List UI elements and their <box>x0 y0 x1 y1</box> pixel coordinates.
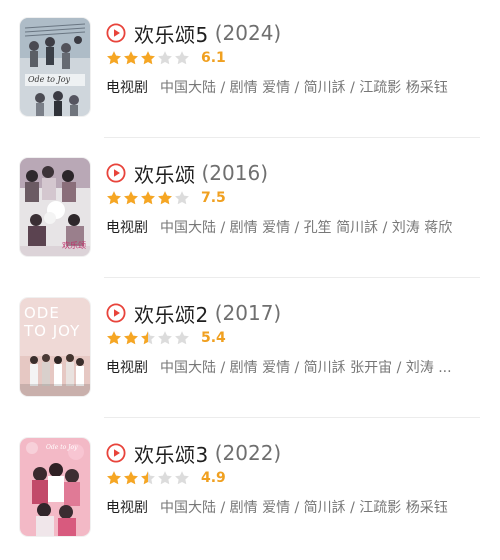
show-year: (2024) <box>214 21 282 45</box>
title-row[interactable]: 欢乐颂3 (2022) <box>106 438 281 468</box>
type-badge: 电视剧 <box>106 80 148 96</box>
poster-image[interactable]: Ode to Joy <box>20 18 90 116</box>
poster-title-text: ODE TO JOY <box>24 304 81 340</box>
star-full-icon <box>141 51 155 65</box>
star-empty-icon <box>175 331 189 345</box>
rating-score: 4.9 <box>201 470 226 486</box>
show-year: (2022) <box>214 441 282 465</box>
search-results-list: Ode to Joy 欢乐颂5 (2024) 6.1 电视剧 中国大陆 / 剧情… <box>0 0 500 560</box>
divider <box>104 417 480 418</box>
poster-art-1 <box>20 18 90 116</box>
star-rating <box>106 50 191 66</box>
meta-row: 电视剧 中国大陆 / 剧情 爱情 / 简川訸 / 江疏影 杨采钰 <box>106 76 480 98</box>
star-half-icon <box>141 331 155 345</box>
star-empty-icon <box>158 471 172 485</box>
poster-image[interactable]: ODE TO JOY <box>20 298 90 396</box>
meta-row: 电视剧 中国大陆 / 剧情 爱情 / 简川訸 / 江疏影 杨采钰 <box>106 496 480 518</box>
star-rating <box>106 190 191 206</box>
star-full-icon <box>107 51 121 65</box>
star-full-icon <box>141 191 155 205</box>
rating-score: 7.5 <box>201 190 226 206</box>
play-circle-icon[interactable] <box>106 23 126 43</box>
rating-row: 6.1 <box>106 48 226 68</box>
divider <box>104 277 480 278</box>
show-year: (2017) <box>214 301 282 325</box>
poster-title-text: Ode to Joy <box>28 75 71 84</box>
divider <box>104 137 480 138</box>
play-circle-icon[interactable] <box>106 163 126 183</box>
star-full-icon <box>158 191 172 205</box>
star-empty-icon <box>158 51 172 65</box>
title-row[interactable]: 欢乐颂2 (2017) <box>106 298 281 328</box>
poster-title-text: Ode to Joy <box>46 444 78 451</box>
type-badge: 电视剧 <box>106 220 148 236</box>
rating-row: 5.4 <box>106 328 226 348</box>
result-item[interactable]: Ode to Joy 欢乐颂3 (2022) 4.9 电视剧 中国大陆 / 剧情… <box>0 420 500 560</box>
star-full-icon <box>124 51 138 65</box>
star-empty-icon <box>158 331 172 345</box>
show-year: (2016) <box>201 161 269 185</box>
poster-title-text: 欢乐颂 <box>62 241 86 250</box>
star-full-icon <box>107 331 121 345</box>
star-empty-icon <box>175 51 189 65</box>
star-rating <box>106 330 191 346</box>
star-rating <box>106 470 191 486</box>
rating-row: 4.9 <box>106 468 226 488</box>
meta-row: 电视剧 中国大陆 / 剧情 爱情 / 简川訸 张开宙 / 刘涛 ... <box>106 356 480 378</box>
star-full-icon <box>107 471 121 485</box>
result-item[interactable]: Ode to Joy 欢乐颂5 (2024) 6.1 电视剧 中国大陆 / 剧情… <box>0 0 500 140</box>
title-row[interactable]: 欢乐颂5 (2024) <box>106 18 281 48</box>
rating-row: 7.5 <box>106 188 226 208</box>
show-title[interactable]: 欢乐颂3 <box>134 439 209 468</box>
meta-text: 中国大陆 / 剧情 爱情 / 简川訸 / 江疏影 杨采钰 <box>160 80 448 96</box>
poster-image[interactable]: 欢乐颂 <box>20 158 90 256</box>
meta-text: 中国大陆 / 剧情 爱情 / 简川訸 张开宙 / 刘涛 ... <box>160 360 452 376</box>
star-half-icon <box>141 471 155 485</box>
type-badge: 电视剧 <box>106 500 148 516</box>
show-title[interactable]: 欢乐颂2 <box>134 299 209 328</box>
star-empty-icon <box>175 471 189 485</box>
star-empty-icon <box>175 191 189 205</box>
star-full-icon <box>107 191 121 205</box>
show-title[interactable]: 欢乐颂5 <box>134 19 209 48</box>
poster-art-4 <box>20 438 90 536</box>
rating-score: 6.1 <box>201 50 226 66</box>
type-badge: 电视剧 <box>106 360 148 376</box>
star-full-icon <box>124 191 138 205</box>
meta-text: 中国大陆 / 剧情 爱情 / 孔笙 简川訸 / 刘涛 蒋欣 <box>160 220 453 236</box>
rating-score: 5.4 <box>201 330 226 346</box>
play-circle-icon[interactable] <box>106 303 126 323</box>
star-full-icon <box>124 331 138 345</box>
star-full-icon <box>124 471 138 485</box>
meta-row: 电视剧 中国大陆 / 剧情 爱情 / 孔笙 简川訸 / 刘涛 蒋欣 <box>106 216 480 238</box>
meta-text: 中国大陆 / 剧情 爱情 / 简川訸 / 江疏影 杨采钰 <box>160 500 448 516</box>
result-item[interactable]: ODE TO JOY 欢乐颂2 (2017) 5.4 电视剧 中国大陆 / 剧情… <box>0 280 500 420</box>
show-title[interactable]: 欢乐颂 <box>134 159 196 188</box>
poster-image[interactable]: Ode to Joy <box>20 438 90 536</box>
play-circle-icon[interactable] <box>106 443 126 463</box>
title-row[interactable]: 欢乐颂 (2016) <box>106 158 268 188</box>
result-item[interactable]: 欢乐颂 欢乐颂 (2016) 7.5 电视剧 中国大陆 / 剧情 爱情 / 孔笙… <box>0 140 500 280</box>
